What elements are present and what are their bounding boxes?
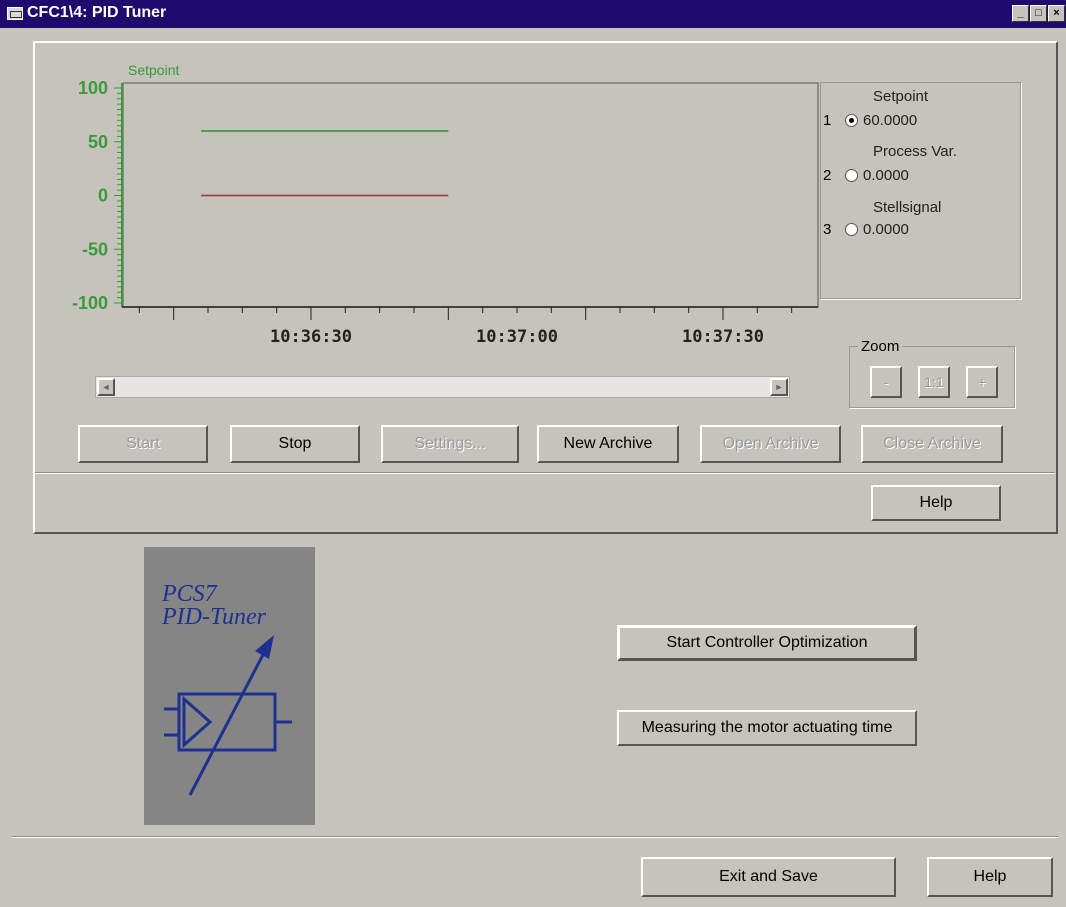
legend-2-name: Process Var. [873,143,957,160]
legend-2-value: 0.0000 [863,167,909,184]
close-archive-button[interactable]: Close Archive [861,425,1003,463]
zoom-out-button[interactable]: - [870,366,902,398]
y-tick-label: -50 [82,239,108,259]
settings-button[interactable]: Settings... [381,425,519,463]
upper-divider [35,472,1055,474]
new-archive-button[interactable]: New Archive [537,425,679,463]
pcs7-pid-tuner-logo: PCS7 PID-Tuner [144,547,315,825]
legend-1-number: 1 [823,112,832,129]
stop-button[interactable]: Stop [230,425,360,463]
zoom-label: Zoom [858,338,903,355]
y-tick-label: 50 [88,132,108,152]
x-tick-label: 10:36:30 [270,327,352,347]
help-button-upper[interactable]: Help [871,485,1001,521]
x-tick-label: 10:37:30 [682,327,764,347]
legend-1-value: 60.0000 [863,112,918,129]
legend-box: Setpoint 1 60.0000 Process Var. 2 0.0000… [820,82,1021,299]
start-controller-optimization-button[interactable]: Start Controller Optimization [617,625,917,661]
legend-1-radio[interactable] [845,114,858,127]
scroll-left-icon[interactable]: ◄ [97,378,115,396]
legend-3-value: 0.0000 [863,221,909,238]
help-button-lower[interactable]: Help [927,857,1053,897]
y-tick-label: 100 [78,78,108,98]
legend-1-name: Setpoint [873,88,929,105]
tuner-symbol-icon [164,635,292,796]
legend-2-radio[interactable] [845,169,858,182]
measuring-motor-time-button[interactable]: Measuring the motor actuating time [617,710,917,746]
scroll-right-icon[interactable]: ► [770,378,788,396]
y-tick-label: 0 [98,186,108,206]
legend-3-number: 3 [823,221,832,238]
legend-3-name: Stellsignal [873,199,942,216]
y-tick-label: -100 [72,293,108,313]
zoom-reset-button[interactable]: 1:1 [918,366,950,398]
chart-series-label: Setpoint [128,62,179,78]
x-tick-label: 10:37:00 [476,327,558,347]
legend-3-radio[interactable] [845,223,858,236]
zoom-in-button[interactable]: + [966,366,998,398]
legend-2-number: 2 [823,167,832,184]
open-archive-button[interactable]: Open Archive [700,425,841,463]
horizontal-scrollbar[interactable]: ◄ ► [95,376,790,398]
lower-divider [12,836,1058,838]
exit-and-save-button[interactable]: Exit and Save [641,857,896,897]
start-button[interactable]: Start [78,425,208,463]
